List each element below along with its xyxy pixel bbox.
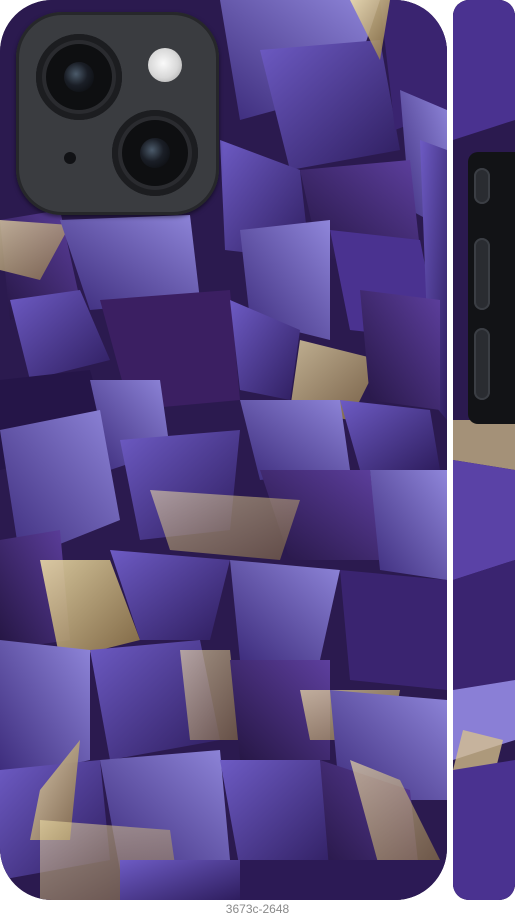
product-code: 3673c-2648 (225, 902, 290, 916)
case-side (453, 0, 515, 900)
action-button (474, 168, 490, 204)
button-cutout (468, 152, 515, 424)
microphone-icon (64, 152, 76, 164)
camera-lens-icon (36, 34, 122, 120)
flash-icon (148, 48, 182, 82)
volume-up-button (474, 238, 490, 310)
amethyst-print-side (453, 0, 515, 900)
volume-down-button (474, 328, 490, 400)
camera-lens-icon (112, 110, 198, 196)
case-back (0, 0, 447, 900)
camera-module (16, 12, 219, 215)
product-image: 3673c-2648 (0, 0, 515, 917)
